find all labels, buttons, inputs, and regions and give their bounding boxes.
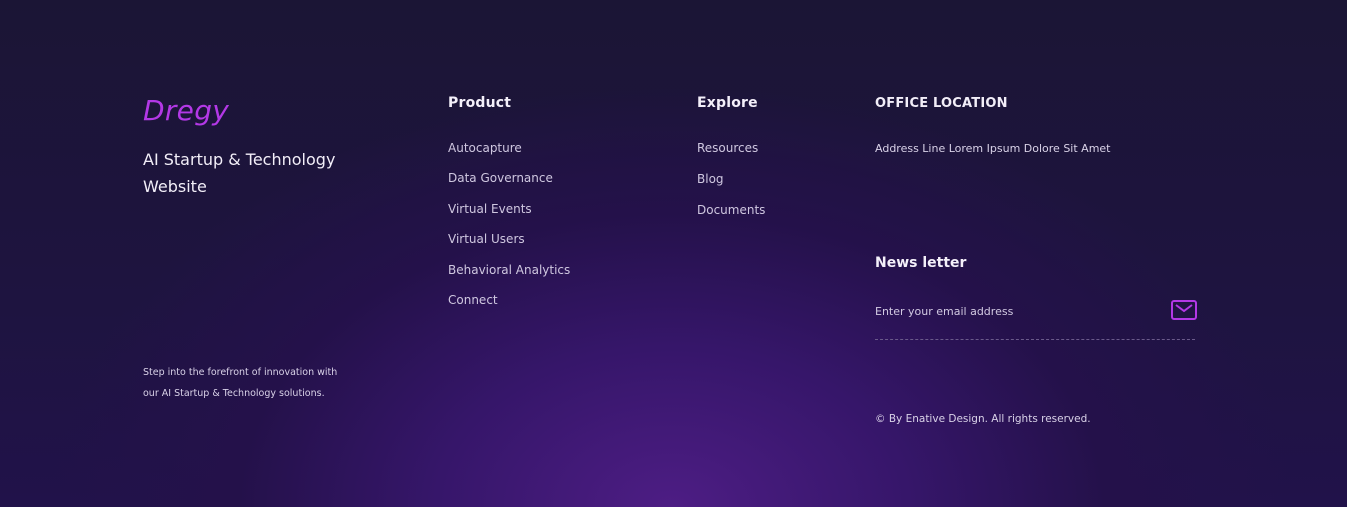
explore-links: Resources Blog Documents [697,141,765,234]
brand-blurb: Step into the forefront of innovation wi… [143,367,338,399]
product-heading: Product [448,95,512,111]
product-link-connect[interactable]: Connect [448,293,570,323]
office-heading: OFFICE LOCATION [875,96,1008,111]
email-input[interactable] [875,300,1155,322]
explore-link-blog[interactable]: Blog [697,172,765,203]
brand-logo[interactable]: Dregy [143,94,229,127]
mail-icon [1175,304,1193,313]
product-link-behavioral-analytics[interactable]: Behavioral Analytics [448,263,570,293]
product-link-data-governance[interactable]: Data Governance [448,171,570,201]
newsletter-form [875,296,1197,340]
explore-column: Explore Resources Blog Documents [697,95,765,234]
office-address: Address Line Lorem Ipsum Dolore Sit Amet [875,142,1111,155]
brand-tagline: AI Startup & Technology Website [143,150,336,196]
product-link-virtual-users[interactable]: Virtual Users [448,232,570,262]
product-link-virtual-events[interactable]: Virtual Events [448,202,570,232]
newsletter-heading: News letter [875,255,967,271]
explore-link-resources[interactable]: Resources [697,141,765,172]
product-links: Autocapture Data Governance Virtual Even… [448,141,570,323]
product-link-autocapture[interactable]: Autocapture [448,141,570,171]
product-column: Product Autocapture Data Governance Virt… [448,95,570,323]
newsletter-submit-button[interactable] [1171,300,1197,320]
explore-link-documents[interactable]: Documents [697,203,765,234]
copyright-text: © By Enative Design. All rights reserved… [875,413,1091,425]
explore-heading: Explore [697,95,758,111]
